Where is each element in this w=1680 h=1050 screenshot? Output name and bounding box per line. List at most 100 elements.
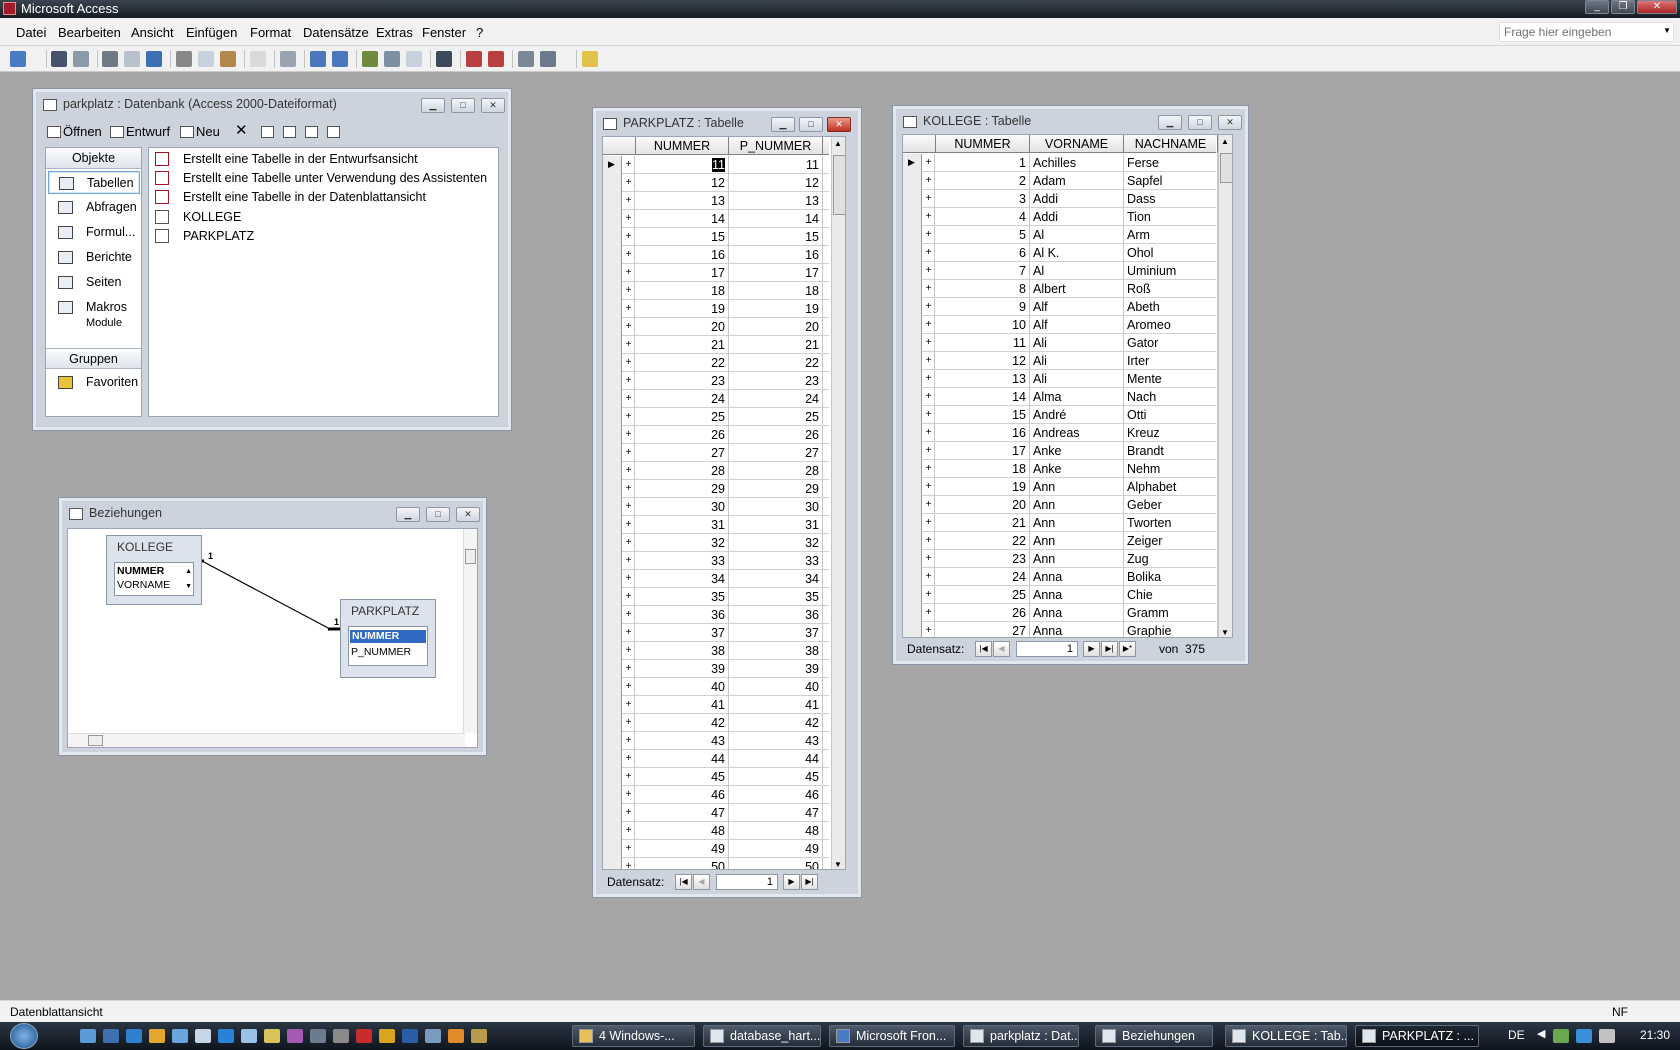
table-row[interactable]: +11 Ali Gator xyxy=(903,334,1218,352)
row-selector[interactable] xyxy=(603,768,622,786)
table-cell[interactable]: Gator xyxy=(1124,334,1218,352)
restore-button[interactable]: ❐ xyxy=(1611,0,1635,14)
row-selector[interactable] xyxy=(603,246,622,264)
row-selector[interactable] xyxy=(603,642,622,660)
table-row[interactable]: +32 32 xyxy=(603,534,829,552)
tray-icon[interactable] xyxy=(1553,1029,1569,1043)
row-selector[interactable] xyxy=(603,354,622,372)
table-cell[interactable]: Roß xyxy=(1124,280,1218,298)
expand-icon[interactable]: + xyxy=(623,408,635,426)
object-reports[interactable]: Berichte xyxy=(48,246,140,269)
table-cell[interactable]: 24 xyxy=(729,390,823,408)
row-selector[interactable] xyxy=(903,388,922,406)
row-selector[interactable] xyxy=(603,336,622,354)
expand-icon[interactable]: + xyxy=(923,352,935,370)
table-cell[interactable]: Albert xyxy=(1030,280,1124,298)
relation-table-parkplatz[interactable]: PARKPLATZ NUMMER P_NUMMER xyxy=(340,599,436,678)
table-row[interactable]: +4 Addi Tion xyxy=(903,208,1218,226)
table-cell[interactable]: 16 xyxy=(636,246,729,264)
find-icon[interactable] xyxy=(436,51,452,67)
row-selector[interactable] xyxy=(603,786,622,804)
row-selector[interactable] xyxy=(903,622,922,637)
row-selector[interactable] xyxy=(903,316,922,334)
search-file-icon[interactable] xyxy=(73,51,89,67)
row-selector[interactable] xyxy=(603,480,622,498)
previous-record-icon[interactable]: ◀ xyxy=(693,874,710,890)
table-row[interactable]: +33 33 xyxy=(603,552,829,570)
table-cell[interactable]: 50 xyxy=(729,858,823,869)
table-cell[interactable]: 19 xyxy=(636,300,729,318)
table-cell[interactable]: 29 xyxy=(729,480,823,498)
table-cell[interactable]: 15 xyxy=(636,228,729,246)
field-item[interactable]: P_NUMMER xyxy=(351,646,411,659)
help-question-input[interactable]: Frage hier eingeben ▼ xyxy=(1499,22,1674,42)
table-cell[interactable]: Ann xyxy=(1030,550,1124,568)
details-view-icon[interactable] xyxy=(327,124,342,139)
row-selector[interactable] xyxy=(603,444,622,462)
table-cell[interactable]: Adam xyxy=(1030,172,1124,190)
quicklaunch-icon[interactable] xyxy=(471,1029,487,1043)
table-cell[interactable]: Nehm xyxy=(1124,460,1218,478)
table-row[interactable]: +12 12 xyxy=(603,174,829,192)
expand-icon[interactable]: + xyxy=(923,496,935,514)
insert-hyperlink-icon[interactable] xyxy=(280,51,296,67)
table-cell[interactable]: 19 xyxy=(729,300,823,318)
table-cell[interactable]: 14 xyxy=(729,210,823,228)
row-selector[interactable] xyxy=(903,568,922,586)
list-view-icon[interactable] xyxy=(305,124,320,139)
table-cell[interactable]: 26 xyxy=(936,604,1030,622)
expand-icon[interactable]: + xyxy=(623,228,635,246)
field-item-selected[interactable]: NUMMER xyxy=(350,630,426,643)
row-selector[interactable] xyxy=(603,372,622,390)
quicklaunch-icon[interactable] xyxy=(310,1029,326,1043)
expand-icon[interactable]: + xyxy=(623,264,635,282)
table-row[interactable]: +10 Alf Aromeo xyxy=(903,316,1218,334)
row-selector[interactable] xyxy=(603,282,622,300)
table-cell[interactable]: 9 xyxy=(936,298,1030,316)
table-cell[interactable]: 7 xyxy=(936,262,1030,280)
expand-icon[interactable]: + xyxy=(623,714,635,732)
record-number-input[interactable]: 1 xyxy=(1016,641,1078,657)
table-cell[interactable]: 18 xyxy=(936,460,1030,478)
row-selector[interactable] xyxy=(603,192,622,210)
expand-icon[interactable]: + xyxy=(923,370,935,388)
spellcheck-icon[interactable] xyxy=(146,51,162,67)
table-cell[interactable]: 27 xyxy=(729,444,823,462)
table-cell[interactable]: 22 xyxy=(729,354,823,372)
table-cell[interactable]: Ann xyxy=(1030,514,1124,532)
expand-icon[interactable]: + xyxy=(623,462,635,480)
row-selector[interactable] xyxy=(903,604,922,622)
table-cell[interactable]: Irter xyxy=(1124,352,1218,370)
row-selector[interactable] xyxy=(603,678,622,696)
table-row[interactable]: +14 14 xyxy=(603,210,829,228)
expand-icon[interactable]: + xyxy=(623,354,635,372)
row-selector[interactable] xyxy=(903,514,922,532)
table-cell[interactable]: Al xyxy=(1030,226,1124,244)
paste-icon[interactable] xyxy=(220,51,236,67)
table-row[interactable]: +20 Ann Geber xyxy=(903,496,1218,514)
table-cell[interactable]: 1 xyxy=(936,154,1030,172)
table-cell[interactable]: 17 xyxy=(936,442,1030,460)
expand-icon[interactable]: + xyxy=(923,190,935,208)
table-row[interactable]: +50 50 xyxy=(603,858,829,869)
row-selector[interactable] xyxy=(603,390,622,408)
menu-extras[interactable]: Extras xyxy=(376,25,413,40)
table-row[interactable]: +23 Ann Zug xyxy=(903,550,1218,568)
column-header[interactable]: NUMMER xyxy=(636,137,729,155)
close-button[interactable]: ✕ xyxy=(481,98,505,113)
maximize-button[interactable]: □ xyxy=(426,507,450,522)
table-row[interactable]: +2 Adam Sapfel xyxy=(903,172,1218,190)
table-cell[interactable]: 25 xyxy=(729,408,823,426)
row-selector[interactable] xyxy=(903,532,922,550)
row-selector[interactable] xyxy=(603,822,622,840)
table-row[interactable]: +22 Ann Zeiger xyxy=(903,532,1218,550)
table-cell[interactable]: Alf xyxy=(1030,316,1124,334)
table-cell[interactable]: 11 xyxy=(636,156,729,174)
table-cell[interactable]: Ann xyxy=(1030,496,1124,514)
table-cell[interactable]: Anna xyxy=(1030,568,1124,586)
cut-icon[interactable] xyxy=(176,51,192,67)
scroll-thumb[interactable] xyxy=(833,155,845,215)
row-selector[interactable] xyxy=(603,462,622,480)
quicklaunch-icon[interactable] xyxy=(241,1029,257,1043)
minimize-button[interactable]: ▁ xyxy=(771,117,795,132)
